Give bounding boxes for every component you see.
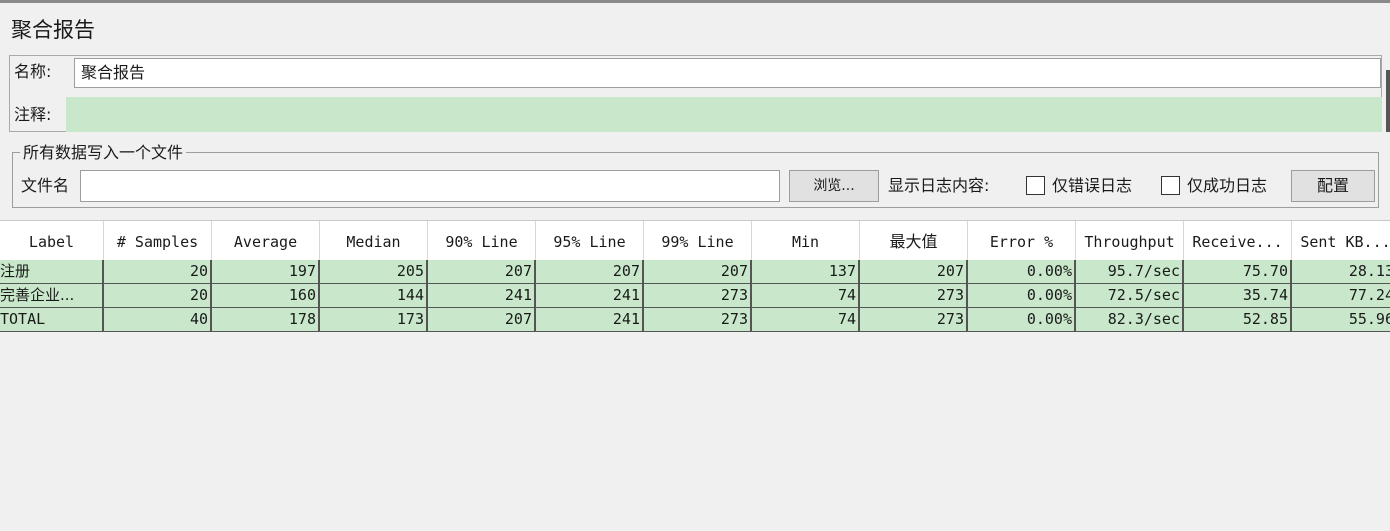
table-cell: 241 <box>536 308 644 332</box>
table-cell: 74 <box>752 308 860 332</box>
column-header-throughput[interactable]: Throughput <box>1076 221 1184 261</box>
table-cell: 20 <box>104 260 212 284</box>
table-cell: 35.74 <box>1184 284 1292 308</box>
panel-title: 聚合报告 <box>11 18 95 42</box>
column-header-average[interactable]: Average <box>212 221 320 261</box>
errors-only-checkbox[interactable] <box>1026 176 1045 195</box>
table-cell: 241 <box>536 284 644 308</box>
table-cell: 273 <box>644 308 752 332</box>
comment-label: 注释: <box>14 105 52 124</box>
table-cell: 52.85 <box>1184 308 1292 332</box>
table-cell: 28.13 <box>1292 260 1390 284</box>
table-cell: 77.24 <box>1292 284 1390 308</box>
file-group-legend: 所有数据写入一个文件 <box>20 143 187 163</box>
table-cell: 205 <box>320 260 428 284</box>
table-cell: 273 <box>860 308 968 332</box>
table-cell: 241 <box>428 284 536 308</box>
column-header-samples[interactable]: # Samples <box>104 221 212 261</box>
column-header-90-line[interactable]: 90% Line <box>428 221 536 261</box>
column-header-median[interactable]: Median <box>320 221 428 261</box>
column-header-error[interactable]: Error % <box>968 221 1076 261</box>
panel-edge-bar <box>1386 70 1390 132</box>
browse-button[interactable]: 浏览... <box>789 170 879 202</box>
window-top-border <box>0 0 1390 3</box>
table-cell: 273 <box>860 284 968 308</box>
results-table: Label # Samples Average Median 90% Line … <box>0 220 1390 332</box>
table-cell: 0.00% <box>968 308 1076 332</box>
name-label: 名称: <box>14 62 52 81</box>
column-header-min[interactable]: Min <box>752 221 860 261</box>
column-header-99-line[interactable]: 99% Line <box>644 221 752 261</box>
table-cell: 75.70 <box>1184 260 1292 284</box>
table-cell: 137 <box>752 260 860 284</box>
table-cell: 160 <box>212 284 320 308</box>
table-cell: 178 <box>212 308 320 332</box>
table-cell: 55.96 <box>1292 308 1390 332</box>
filename-input[interactable] <box>80 170 780 202</box>
name-input[interactable]: 聚合报告 <box>74 58 1381 88</box>
table-cell: 0.00% <box>968 284 1076 308</box>
table-cell: 173 <box>320 308 428 332</box>
column-header-max[interactable]: 最大值 <box>860 221 968 261</box>
table-cell: 207 <box>428 308 536 332</box>
table-cell: 20 <box>104 284 212 308</box>
table-cell: 95.7/sec <box>1076 260 1184 284</box>
table-cell: 完善企业... <box>0 284 104 308</box>
table-cell: 0.00% <box>968 260 1076 284</box>
configure-button[interactable]: 配置 <box>1291 170 1375 202</box>
comment-field[interactable] <box>66 97 1382 132</box>
table-cell: 注册 <box>0 260 104 284</box>
table-cell: 207 <box>536 260 644 284</box>
success-only-label: 仅成功日志 <box>1187 176 1268 195</box>
column-header-received[interactable]: Receive... <box>1184 221 1292 261</box>
table-cell: 197 <box>212 260 320 284</box>
column-header-95-line[interactable]: 95% Line <box>536 221 644 261</box>
errors-only-label: 仅错误日志 <box>1052 176 1133 195</box>
filename-label: 文件名 <box>21 176 70 195</box>
success-only-checkbox[interactable] <box>1161 176 1180 195</box>
table-cell: 207 <box>860 260 968 284</box>
table-cell: 40 <box>104 308 212 332</box>
table-header: Label # Samples Average Median 90% Line … <box>0 220 1390 261</box>
table-cell: 207 <box>644 260 752 284</box>
table-cell: 273 <box>644 284 752 308</box>
log-content-label: 显示日志内容: <box>888 176 990 195</box>
table-cell: 72.5/sec <box>1076 284 1184 308</box>
column-header-sent[interactable]: Sent KB... <box>1292 221 1390 261</box>
table-cell: 144 <box>320 284 428 308</box>
table-row[interactable]: 完善企业... 20 160 144 241 241 273 74 273 0.… <box>0 284 1390 308</box>
table-cell: 207 <box>428 260 536 284</box>
table-cell: TOTAL <box>0 308 104 332</box>
table-row[interactable]: TOTAL 40 178 173 207 241 273 74 273 0.00… <box>0 308 1390 332</box>
table-row[interactable]: 注册 20 197 205 207 207 207 137 207 0.00% … <box>0 260 1390 284</box>
table-cell: 82.3/sec <box>1076 308 1184 332</box>
column-header-label[interactable]: Label <box>0 221 104 261</box>
table-cell: 74 <box>752 284 860 308</box>
